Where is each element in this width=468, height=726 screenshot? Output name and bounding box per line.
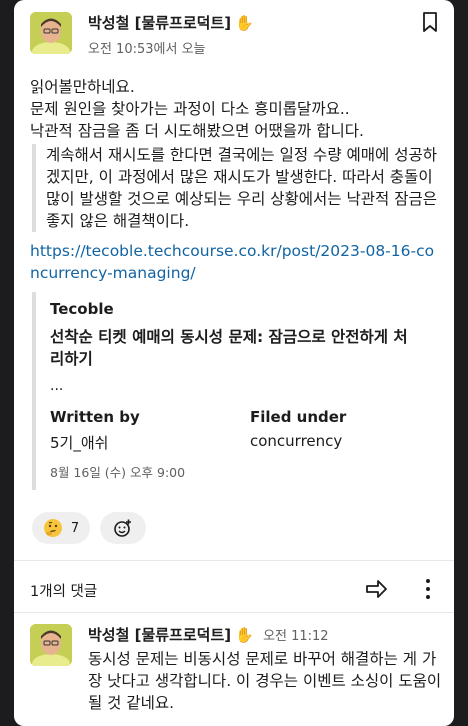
block-quote: 계속해서 재시도를 한다면 결국에는 일정 수량 예매에 성공하겠지만, 이 과… (32, 144, 448, 232)
add-reaction-button[interactable] (100, 512, 146, 544)
author-name[interactable]: 박성철 [물류프로덕트] ✋ (88, 12, 254, 33)
preview-title[interactable]: 선착순 티켓 예매의 동시성 문제: 잠금으로 안전하게 처리하기 (50, 326, 420, 370)
message-card: 박성철 [물류프로덕트] ✋ 오전 10:53에서 오늘 읽어볼만하네요. 문제 … (14, 0, 454, 726)
reply-body: 동시성 문제는 비동시성 문제로 바꾸어 해결하는 게 가장 낫다고 생각합니다… (88, 650, 442, 712)
divider (14, 560, 454, 561)
divider (14, 612, 454, 613)
bookmark-icon[interactable] (422, 12, 438, 32)
thinking-face-icon (43, 519, 62, 537)
reply-author-label: 박성철 [물류프로덕트] (88, 626, 232, 644)
message-line: 낙관적 잠금을 좀 더 시도해봤으면 어땠을까 합니다. (30, 122, 364, 140)
filed-under-value: concurrency (250, 432, 343, 450)
reply-author-name[interactable]: 박성철 [물류프로덕트] ✋ 오전 11:12 (88, 624, 329, 645)
preview-site-name: Tecoble (50, 300, 114, 318)
written-by-label: Written by (50, 408, 140, 426)
article-link[interactable]: https://tecoble.techcourse.co.kr/post/20… (30, 240, 440, 284)
status-emoji-icon: ✋ (235, 14, 254, 32)
reply-timestamp[interactable]: 오전 11:12 (263, 629, 329, 644)
written-by-value: 5기_애쉬 (50, 434, 109, 452)
author-label: 박성철 [물류프로덕트] (88, 14, 232, 32)
reaction-count: 7 (70, 520, 80, 536)
more-actions-icon[interactable] (418, 578, 438, 600)
message-line: 문제 원인을 찾아가는 과정이 다소 흥미롭달까요.. (30, 100, 350, 118)
filed-under-label: Filed under (250, 408, 347, 426)
link-preview: Tecoble 선착순 티켓 예매의 동시성 문제: 잠금으로 안전하게 처리하… (32, 292, 436, 490)
preview-date: 8월 16일 (수) 오후 9:00 (50, 465, 186, 480)
message-body: 읽어볼만하네요. 문제 원인을 찾아가는 과정이 다소 흥미롭달까요.. 낙관적… (30, 76, 442, 142)
reaction-thinking[interactable]: 7 (32, 512, 90, 544)
add-emoji-icon (114, 519, 131, 537)
reply-count: 1개의 댓글 (30, 584, 98, 600)
preview-ellipsis: ... (50, 378, 64, 394)
reply-avatar[interactable] (30, 624, 72, 666)
share-icon[interactable] (364, 578, 388, 600)
status-emoji-icon: ✋ (235, 626, 254, 644)
message-line: 읽어볼만하네요. (30, 78, 135, 96)
message-timestamp[interactable]: 오전 10:53에서 오늘 (88, 38, 206, 57)
avatar[interactable] (30, 12, 72, 54)
